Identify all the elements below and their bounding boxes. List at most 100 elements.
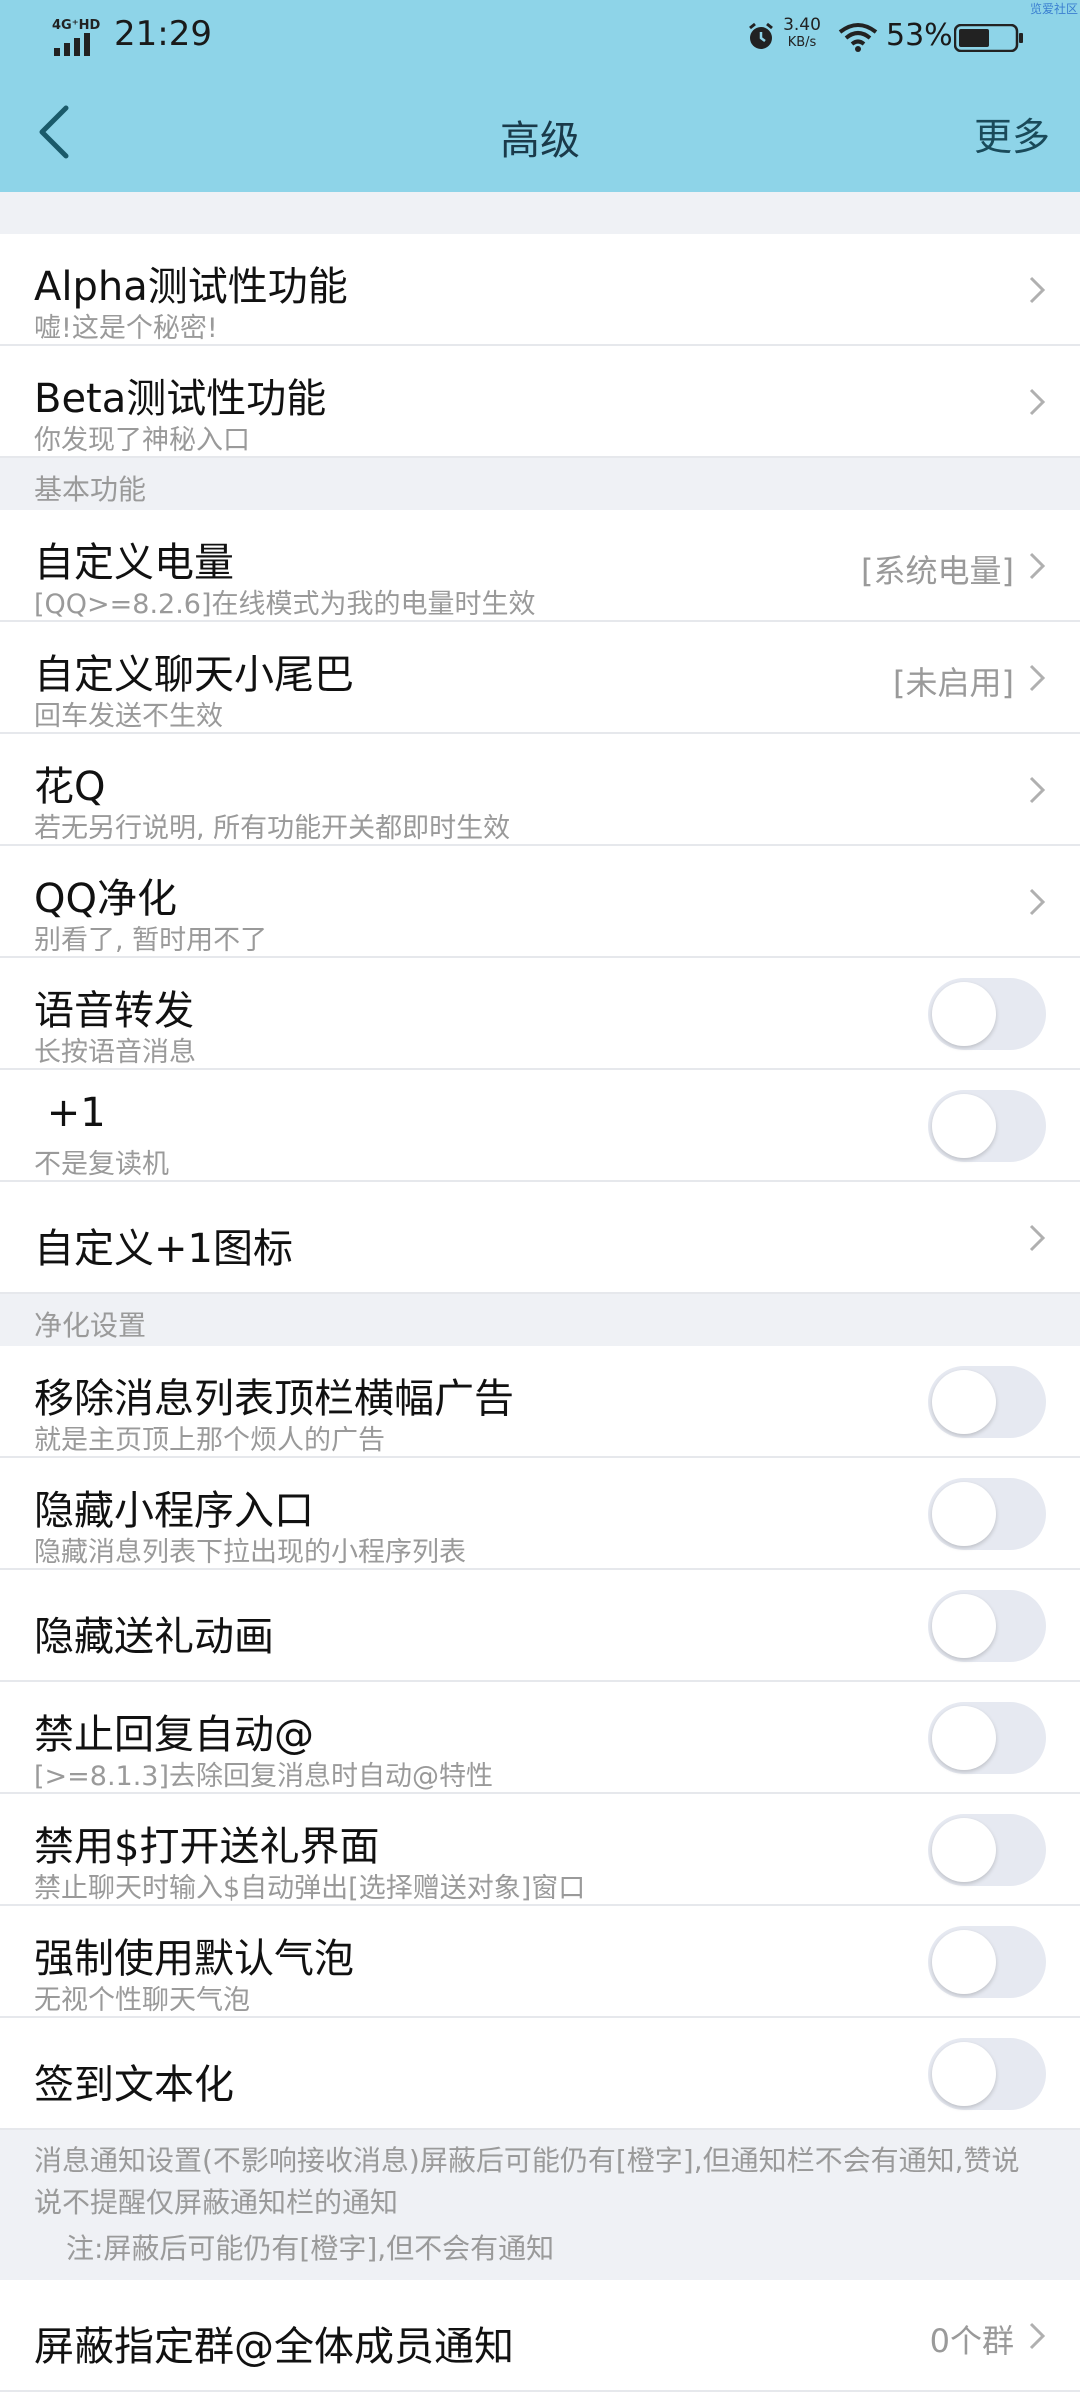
setting-value: [未启用]	[893, 664, 1014, 702]
page-title: 高级	[500, 118, 580, 164]
setting-row-remove-banner: 移除消息列表顶栏横幅广告 就是主页顶上那个烦人的广告	[0, 1346, 1080, 1458]
signal-icon	[54, 33, 90, 56]
notice-text: 消息通知设置(不影响接收消息)屏蔽后可能仍有[橙字],但通知栏不会有通知,赞说说…	[34, 2144, 1020, 2219]
no-auto-at-toggle[interactable]	[928, 1702, 1046, 1774]
toggle-knob	[932, 2042, 996, 2106]
battery-icon	[954, 24, 1023, 52]
setting-row-qq-purify[interactable]: QQ净化 别看了, 暂时用不了	[0, 846, 1080, 958]
setting-title: 禁止回复自动@	[34, 1712, 314, 1758]
toggle-knob	[932, 1482, 996, 1546]
more-button[interactable]: 更多	[974, 106, 1050, 161]
setting-row-block-at-all[interactable]: 屏蔽指定群@全体成员通知 0个群	[0, 2280, 1080, 2392]
setting-subtitle: 禁止聊天时输入$自动弹出[选择赠送对象]窗口	[34, 1873, 586, 1904]
setting-row-voice-forward: 语音转发 长按语音消息	[0, 958, 1080, 1070]
setting-title: 花Q	[34, 764, 106, 810]
setting-title: 隐藏送礼动画	[34, 1614, 274, 1660]
chevron-right-icon	[1029, 776, 1046, 804]
setting-row-huaq[interactable]: 花Q 若无另行说明, 所有功能开关都即时生效	[0, 734, 1080, 846]
chevron-right-icon	[1029, 1224, 1046, 1252]
toggle-knob	[932, 1594, 996, 1658]
chevron-right-icon	[1029, 276, 1046, 304]
settings-list: Alpha测试性功能 嘘!这是个秘密! Beta测试性功能 你发现了神秘入口 基…	[0, 234, 1080, 2392]
toggle-knob	[932, 1930, 996, 1994]
alarm-icon	[749, 22, 773, 49]
setting-subtitle: 回车发送不生效	[34, 701, 223, 732]
chevron-right-icon	[1029, 888, 1046, 916]
setting-title: 语音转发	[34, 988, 194, 1034]
network-speed: 3.40 KB/s	[780, 16, 824, 52]
setting-subtitle: 不是复读机	[34, 1149, 169, 1180]
setting-row-beta[interactable]: Beta测试性功能 你发现了神秘入口	[0, 346, 1080, 458]
setting-subtitle: 长按语音消息	[34, 1037, 196, 1068]
setting-title: 自定义+1图标	[34, 1226, 293, 1272]
toggle-knob	[932, 1818, 996, 1882]
hide-miniapp-toggle[interactable]	[928, 1478, 1046, 1550]
setting-value: [系统电量]	[861, 552, 1014, 590]
status-time: 21:29	[114, 14, 212, 54]
network-type: 4G⁺HD	[52, 18, 101, 33]
setting-subtitle: 若无另行说明, 所有功能开关都即时生效	[34, 813, 511, 844]
speed-unit: KB/s	[787, 35, 817, 50]
setting-subtitle: 就是主页顶上那个烦人的广告	[34, 1425, 385, 1456]
setting-title: 签到文本化	[34, 2062, 234, 2108]
chevron-right-icon	[1029, 664, 1046, 692]
toggle-knob	[932, 1094, 996, 1158]
setting-row-alpha[interactable]: Alpha测试性功能 嘘!这是个秘密!	[0, 234, 1080, 346]
setting-title: Alpha测试性功能	[34, 264, 348, 310]
setting-row-hide-gift-anim: 隐藏送礼动画	[0, 1570, 1080, 1682]
wifi-icon	[838, 23, 878, 52]
signin-text-toggle[interactable]	[928, 2038, 1046, 2110]
hide-gift-anim-toggle[interactable]	[928, 1590, 1046, 1662]
setting-title: 自定义聊天小尾巴	[34, 652, 354, 698]
setting-subtitle: 你发现了神秘入口	[34, 425, 250, 456]
toggle-knob	[932, 1706, 996, 1770]
remove-banner-toggle[interactable]	[928, 1366, 1046, 1438]
chevron-right-icon	[1029, 552, 1046, 580]
toggle-knob	[932, 982, 996, 1046]
network-indicator: 4G⁺HD	[52, 18, 104, 56]
section-header-basic: 基本功能	[0, 458, 1080, 510]
app-header: 4G⁺HD 21:29 3.40 KB/s 53% 览爱社区 高级 更多	[0, 0, 1080, 192]
setting-row-custom-battery[interactable]: 自定义电量 [QQ>=8.2.6]在线模式为我的电量时生效 [系统电量]	[0, 510, 1080, 622]
setting-title: 屏蔽指定群@全体成员通知	[34, 2324, 514, 2370]
default-bubble-toggle[interactable]	[928, 1926, 1046, 1998]
setting-value: 0个群	[929, 2322, 1014, 2360]
setting-title: 隐藏小程序入口	[34, 1488, 314, 1534]
setting-title: Beta测试性功能	[34, 376, 327, 422]
setting-row-plus-one: +1 不是复读机	[0, 1070, 1080, 1182]
setting-subtitle: 别看了, 暂时用不了	[34, 925, 268, 956]
setting-subtitle: 无视个性聊天气泡	[34, 1985, 250, 2016]
setting-row-hide-miniapp: 隐藏小程序入口 隐藏消息列表下拉出现的小程序列表	[0, 1458, 1080, 1570]
setting-title: +1	[34, 1090, 106, 1136]
title-bar: 高级 更多	[0, 72, 1080, 192]
watermark: 览爱社区	[1029, 2, 1078, 16]
setting-row-disable-dollar-gift: 禁用$打开送礼界面 禁止聊天时输入$自动弹出[选择赠送对象]窗口	[0, 1794, 1080, 1906]
notice-note: 注:屏蔽后可能仍有[橙字],但不会有通知	[66, 2232, 555, 2265]
setting-subtitle: [QQ>=8.2.6]在线模式为我的电量时生效	[34, 589, 536, 620]
speed-value: 3.40	[783, 15, 821, 35]
chevron-right-icon	[1029, 2322, 1046, 2350]
status-bar: 4G⁺HD 21:29 3.40 KB/s 53% 览爱社区	[0, 0, 1080, 72]
notification-notice: 消息通知设置(不影响接收消息)屏蔽后可能仍有[橙字],但通知栏不会有通知,赞说说…	[0, 2130, 1080, 2280]
setting-title: QQ净化	[34, 876, 177, 922]
setting-title: 禁用$打开送礼界面	[34, 1824, 380, 1870]
section-header-purify: 净化设置	[0, 1294, 1080, 1346]
setting-subtitle: 嘘!这是个秘密!	[34, 313, 218, 344]
setting-title: 强制使用默认气泡	[34, 1936, 354, 1982]
disable-dollar-gift-toggle[interactable]	[928, 1814, 1046, 1886]
setting-row-chat-tail[interactable]: 自定义聊天小尾巴 回车发送不生效 [未启用]	[0, 622, 1080, 734]
toggle-knob	[932, 1370, 996, 1434]
setting-row-default-bubble: 强制使用默认气泡 无视个性聊天气泡	[0, 1906, 1080, 2018]
setting-title: 移除消息列表顶栏横幅广告	[34, 1376, 514, 1422]
plus-one-toggle[interactable]	[928, 1090, 1046, 1162]
setting-row-signin-text: 签到文本化	[0, 2018, 1080, 2130]
setting-subtitle: 隐藏消息列表下拉出现的小程序列表	[34, 1537, 466, 1568]
setting-title: 自定义电量	[34, 540, 234, 586]
voice-forward-toggle[interactable]	[928, 978, 1046, 1050]
battery-percent: 53%	[886, 18, 953, 53]
setting-subtitle: [>=8.1.3]去除回复消息时自动@特性	[34, 1761, 494, 1792]
section-title: 基本功能	[34, 473, 147, 506]
setting-row-plus-one-icon[interactable]: 自定义+1图标	[0, 1182, 1080, 1294]
setting-row-no-auto-at: 禁止回复自动@ [>=8.1.3]去除回复消息时自动@特性	[0, 1682, 1080, 1794]
section-title: 净化设置	[34, 1309, 147, 1342]
